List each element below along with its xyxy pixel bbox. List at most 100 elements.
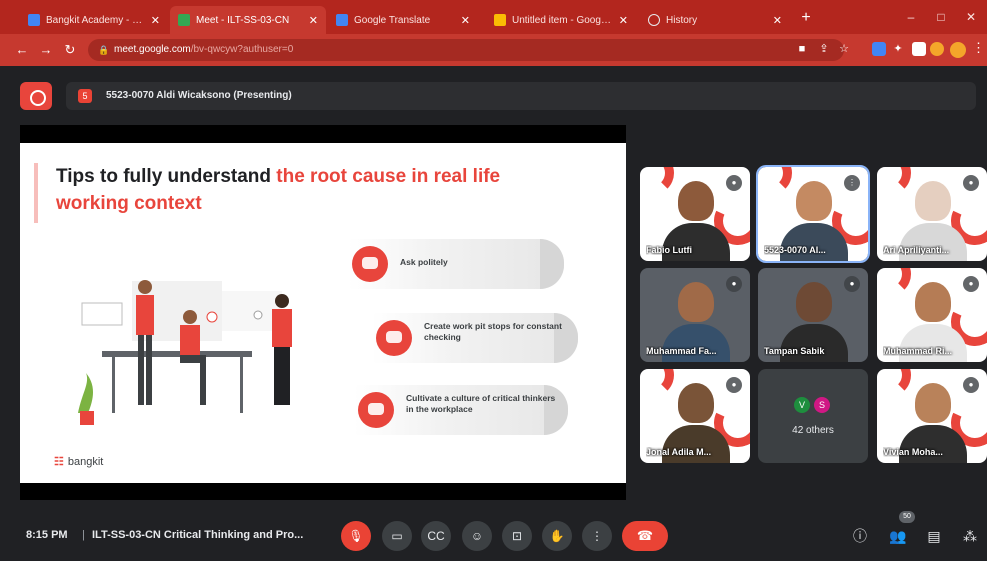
present-button[interactable]: ⊡ (502, 521, 532, 551)
presentation-stage: Tips to fully understand the root cause … (20, 125, 626, 500)
meeting-info-button[interactable]: ⓘ (848, 524, 872, 548)
mic-muted-icon: ● (844, 276, 860, 292)
participant-name: Muhammad Fa... (646, 346, 717, 356)
address-bar[interactable]: 🔒 meet.google.com/bv-qwcyw?authuser=0 (88, 39, 844, 61)
forms-favicon-icon (494, 14, 506, 26)
mic-off-button[interactable]: 🎙 (341, 521, 371, 551)
forward-arrow-icon[interactable]: → (36, 40, 56, 60)
extension-icon[interactable] (872, 42, 886, 56)
tab-google-forms[interactable]: Untitled item - Google fo ✕ (486, 6, 636, 34)
share-icon[interactable]: ⇪ (816, 41, 832, 57)
participant-tile[interactable]: ● Ari Apriliyanti... (877, 167, 987, 261)
close-icon[interactable]: ✕ (773, 14, 782, 27)
mic-muted-icon: ● (726, 377, 742, 393)
translate-favicon-icon (336, 14, 348, 26)
separator: | (82, 529, 85, 541)
tab-google-translate[interactable]: Google Translate ✕ (328, 6, 478, 34)
people-icon: 👥 (889, 528, 907, 544)
participant-tile[interactable]: ⋮ 5523-0070 Al... (756, 165, 870, 263)
end-call-icon: ☎ (636, 528, 654, 543)
emoji-button[interactable]: ☺ (462, 521, 492, 551)
bangkit-logo-arc-icon (758, 167, 792, 195)
presenting-bar: 5 5523-0070 Aldi Wicaksono (Presenting) (0, 66, 987, 124)
split-view-icon[interactable] (912, 42, 926, 56)
presenter-badge-icon: 5 (78, 89, 92, 103)
back-arrow-icon[interactable]: ← (12, 40, 32, 60)
reload-icon[interactable]: ↻ (60, 40, 80, 60)
participant-tile[interactable]: ● Tampan Sabik (758, 268, 868, 362)
team-illustration (78, 280, 292, 425)
url-host: meet.google.com (114, 44, 191, 55)
tip-card: Create work pit stops for constant check… (372, 313, 578, 363)
people-button[interactable]: 👥 (886, 524, 910, 548)
others-count-label: 42 others (792, 425, 834, 436)
tip-card: Cultivate a culture of critical thinkers… (354, 385, 568, 435)
activities-icon: ⁂ (963, 528, 977, 544)
participant-tile[interactable]: ● Vivian Moha... (877, 369, 987, 463)
participant-tile[interactable]: ● Muhammad Fa... (640, 268, 750, 362)
people-count-badge: 50 (899, 511, 915, 523)
bangkit-logo-arc-icon (640, 167, 674, 195)
screen: Bangkit Academy - Calo ✕ Meet - ILT-SS-0… (0, 0, 987, 561)
participant-name: Tampan Sabik (764, 346, 825, 356)
more-options-button[interactable]: ⋮ (582, 521, 612, 551)
close-icon[interactable]: ✕ (151, 14, 160, 27)
maximize-button[interactable]: □ (926, 7, 956, 27)
participant-name: Fabio Lutfi (646, 245, 692, 255)
bangkit-logo: ☷ bangkit (54, 455, 103, 468)
bookmark-star-icon[interactable]: ☆ (836, 41, 852, 57)
raise-hand-button[interactable]: ✋ (542, 521, 572, 551)
camera-in-use-icon[interactable]: ■ (794, 41, 810, 57)
avatar: V (794, 397, 810, 413)
tab-label: Untitled item - Google fo (512, 14, 613, 26)
slide-accent-bar (34, 163, 38, 223)
bangkit-logo-arc-icon (877, 268, 911, 296)
camera-button[interactable]: ▭ (382, 521, 412, 551)
url-path: /bv-qwcyw?authuser=0 (190, 44, 294, 55)
bangkit-logo-mark: ☷ (54, 456, 64, 468)
tip-text: Ask politely (400, 257, 448, 267)
participant-tile[interactable]: ● Muhammad Ri... (877, 268, 987, 362)
kebab-menu-icon[interactable]: ⋮ (972, 40, 985, 60)
tab-history[interactable]: History ✕ (640, 6, 790, 34)
activities-button[interactable]: ⁂ (958, 524, 982, 548)
tab-bangkit-academy[interactable]: Bangkit Academy - Calo ✕ (20, 6, 168, 34)
bangkit-logo-arc-icon (877, 167, 911, 195)
lightbulb-icon (358, 392, 394, 428)
tab-label: Google Translate (354, 14, 431, 26)
close-icon[interactable]: ✕ (461, 14, 470, 27)
participant-face (678, 282, 714, 322)
others-tile[interactable]: V S 42 others (758, 369, 868, 463)
bangkit-favicon-icon (28, 14, 40, 26)
captions-button[interactable]: CC (421, 521, 451, 551)
tip-text: Cultivate a culture of critical thinkers… (406, 393, 556, 414)
chat-bubbles-icon (352, 246, 388, 282)
close-icon[interactable]: ✕ (309, 14, 318, 27)
raise-hand-icon: ✋ (549, 529, 565, 543)
gears-icon (376, 320, 412, 356)
participant-tile[interactable]: ● Fabio Lutfi (640, 167, 750, 261)
minimize-button[interactable]: – (896, 7, 926, 27)
close-window-button[interactable]: ✕ (956, 7, 986, 27)
browser-tab-strip: Bangkit Academy - Calo ✕ Meet - ILT-SS-0… (0, 0, 987, 34)
tab-label: History (666, 14, 698, 26)
stop-presenting-button[interactable] (20, 82, 52, 110)
close-icon[interactable]: ✕ (619, 14, 628, 27)
speaking-indicator-icon: ⋮ (844, 175, 860, 191)
profile-avatar[interactable] (950, 42, 966, 58)
tab-meet[interactable]: Meet - ILT-SS-03-CN ✕ (170, 6, 326, 34)
extension-orange-icon[interactable] (930, 42, 944, 56)
participant-face (915, 282, 951, 322)
presenter-chip[interactable]: 5 5523-0070 Aldi Wicaksono (Presenting) (66, 82, 976, 110)
chat-button[interactable]: ▤ (922, 524, 946, 548)
puzzle-extensions-icon[interactable]: ✦ (890, 41, 906, 57)
mic-muted-icon: ● (726, 276, 742, 292)
participant-tile[interactable]: ● Jonal Adila M... (640, 369, 750, 463)
participant-face (796, 282, 832, 322)
end-call-button[interactable]: ☎ (622, 521, 668, 551)
presenter-label: 5523-0070 Aldi Wicaksono (Presenting) (106, 90, 292, 101)
tab-label: Bangkit Academy - Calo (46, 14, 145, 26)
bangkit-logo-arc-icon (640, 369, 674, 397)
tip-card: Ask politely (348, 239, 564, 289)
new-tab-button[interactable]: + (796, 8, 816, 28)
